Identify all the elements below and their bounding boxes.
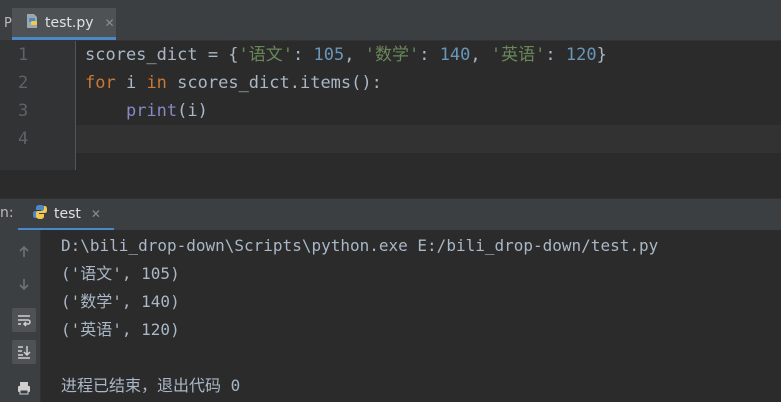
- line-number: 2: [18, 73, 29, 93]
- run-tool-window-header: n: test ✕: [0, 198, 781, 231]
- editor-tab-bar: P test.py ✕: [0, 0, 781, 41]
- console-line: D:\bili_drop-down\Scripts\python.exe E:/…: [61, 236, 659, 255]
- line-number: 1: [18, 45, 29, 65]
- code-line-3[interactable]: print(i): [85, 97, 208, 125]
- python-file-icon: [24, 13, 40, 33]
- close-run-tab-icon[interactable]: ✕: [91, 207, 101, 221]
- run-toolbar: [0, 230, 41, 402]
- run-tab-test[interactable]: test ✕: [18, 199, 114, 231]
- up-arrow-icon[interactable]: [12, 240, 36, 264]
- scroll-to-end-icon[interactable]: [12, 340, 36, 364]
- run-label-stub: n:: [0, 205, 14, 221]
- close-tab-icon[interactable]: ✕: [105, 16, 115, 30]
- console-line: ('英语', 120): [61, 320, 180, 339]
- code-area[interactable]: scores_dict = {'语文': 105, '数学': 140, '英语…: [76, 41, 781, 170]
- current-line-highlight: [76, 125, 781, 153]
- code-line-2[interactable]: for i in scores_dict.items():: [85, 69, 382, 97]
- line-number: 4: [18, 129, 29, 149]
- python-run-icon: [32, 204, 48, 224]
- console-line: ('数学', 140): [61, 292, 180, 311]
- run-tab-label: test: [54, 205, 81, 222]
- print-icon[interactable]: [12, 376, 36, 400]
- line-number-gutter: 1 2 3 4: [0, 41, 76, 170]
- code-editor[interactable]: 1 2 3 4 scores_dict = {'语文': 105, '数学': …: [0, 41, 781, 170]
- down-arrow-icon[interactable]: [12, 272, 36, 296]
- project-panel-stub[interactable]: P: [0, 0, 12, 40]
- soft-wrap-icon[interactable]: [12, 308, 36, 332]
- code-line-1[interactable]: scores_dict = {'语文': 105, '数学': 140, '英语…: [85, 41, 607, 69]
- console-line: ('语文', 105): [61, 264, 180, 283]
- line-number: 3: [18, 101, 29, 121]
- tab-label: test.py: [45, 14, 94, 31]
- tab-test-py[interactable]: test.py ✕: [12, 8, 116, 40]
- console-line: 进程已结束，退出代码 0: [61, 376, 241, 395]
- console-output[interactable]: D:\bili_drop-down\Scripts\python.exe E:/…: [41, 230, 781, 402]
- editor-bottom-area: [0, 170, 781, 198]
